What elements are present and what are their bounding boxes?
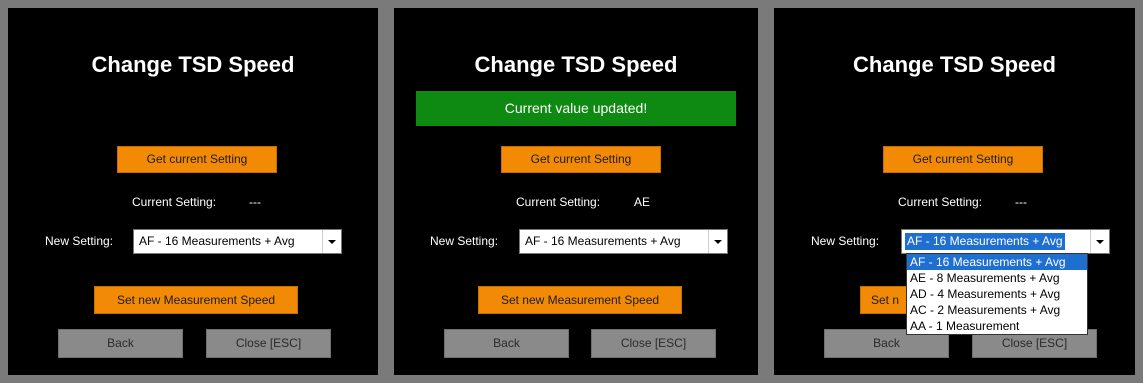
dialog-panel-updated: Change TSD Speed Current value updated! …	[386, 0, 766, 383]
dropdown-option[interactable]: AC - 2 Measurements + Avg	[907, 302, 1087, 318]
close-button[interactable]: Close [ESC]	[591, 329, 716, 358]
set-new-measurement-speed-button[interactable]: Set new Measurement Speed	[478, 286, 682, 314]
close-button[interactable]: Close [ESC]	[206, 329, 331, 358]
new-setting-select[interactable]: AF - 16 Measurements + Avg	[519, 229, 728, 254]
dialog-panel-dropdown-open: Change TSD Speed Get current Setting Cur…	[766, 0, 1143, 383]
current-setting-label: Current Setting:	[132, 195, 217, 209]
new-setting-label: New Setting:	[811, 234, 880, 248]
get-current-setting-button[interactable]: Get current Setting	[501, 146, 661, 173]
dropdown-option[interactable]: AD - 4 Measurements + Avg	[907, 286, 1087, 302]
chevron-down-icon[interactable]	[1090, 230, 1109, 253]
set-new-measurement-speed-button[interactable]: Set new Measurement Speed	[94, 286, 298, 314]
dropdown-option[interactable]: AF - 16 Measurements + Avg	[907, 254, 1087, 270]
current-setting-value: ---	[1015, 195, 1027, 209]
new-setting-label: New Setting:	[45, 234, 114, 248]
current-setting-value: ---	[249, 195, 261, 209]
new-setting-select-value: AF - 16 Measurements + Avg	[139, 234, 295, 248]
get-current-setting-button[interactable]: Get current Setting	[883, 146, 1043, 173]
new-setting-select-value: AF - 16 Measurements + Avg	[525, 234, 681, 248]
dropdown-option[interactable]: AA - 1 Measurement	[907, 318, 1087, 334]
dialog-title: Change TSD Speed	[91, 52, 295, 77]
new-setting-label: New Setting:	[430, 234, 499, 248]
current-setting-label: Current Setting:	[516, 195, 601, 209]
new-setting-select[interactable]: AF - 16 Measurements + Avg	[901, 229, 1110, 254]
dropdown-option[interactable]: AE - 8 Measurements + Avg	[907, 270, 1087, 286]
back-button[interactable]: Back	[444, 329, 569, 358]
dialog-title: Change TSD Speed	[853, 52, 1056, 77]
get-current-setting-button[interactable]: Get current Setting	[117, 146, 277, 173]
new-setting-select-value: AF - 16 Measurements + Avg	[905, 233, 1065, 250]
new-setting-dropdown-list: AF - 16 Measurements + Avg AE - 8 Measur…	[906, 253, 1088, 335]
current-setting-value: AE	[634, 195, 651, 209]
dialog-title: Change TSD Speed	[474, 52, 678, 77]
success-banner: Current value updated!	[416, 91, 736, 126]
chevron-down-icon[interactable]	[322, 230, 341, 253]
back-button[interactable]: Back	[58, 329, 183, 358]
dialog-panel-initial: Change TSD Speed Get current Setting Cur…	[0, 0, 386, 383]
current-setting-label: Current Setting:	[898, 195, 983, 209]
new-setting-select[interactable]: AF - 16 Measurements + Avg	[133, 229, 342, 254]
chevron-down-icon[interactable]	[708, 230, 727, 253]
